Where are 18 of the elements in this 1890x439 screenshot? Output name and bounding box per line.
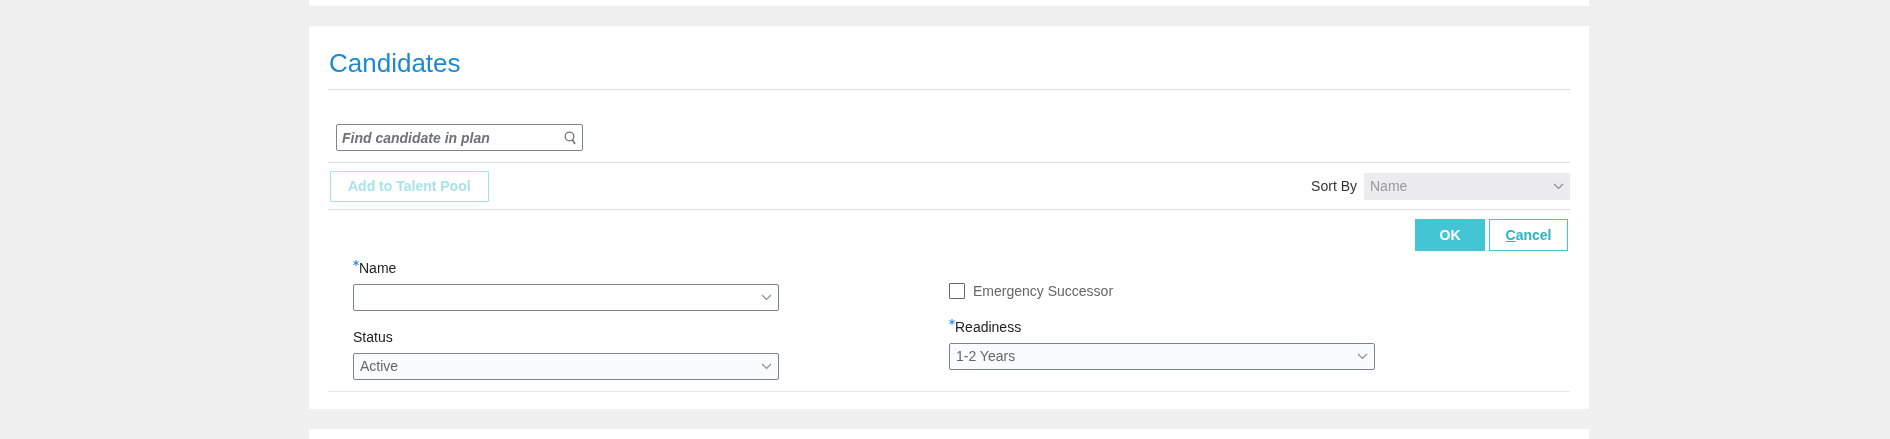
cancel-button[interactable]: Cancel (1489, 219, 1568, 251)
ok-button[interactable]: OK (1415, 219, 1485, 251)
select-field[interactable]: 1-2 Years (949, 343, 1375, 370)
field-label: Status (353, 327, 393, 347)
chevron-down-icon (1553, 182, 1564, 190)
select-field[interactable] (353, 284, 779, 311)
chevron-down-icon (761, 294, 772, 301)
field-label: Name (359, 258, 397, 278)
sort-by-label: Sort By (1311, 176, 1357, 196)
chevron-down-icon (1357, 353, 1368, 360)
search-field[interactable]: Find candidate in plan (336, 124, 583, 151)
checkbox-label: Emergency Successor (973, 281, 1114, 301)
section-title: Candidates (328, 47, 462, 80)
chevron-down-icon (761, 363, 772, 370)
checkbox[interactable] (949, 283, 965, 299)
search-icon (564, 131, 577, 145)
field-label: Readiness (955, 317, 1022, 337)
select-field[interactable]: Active (353, 353, 779, 380)
